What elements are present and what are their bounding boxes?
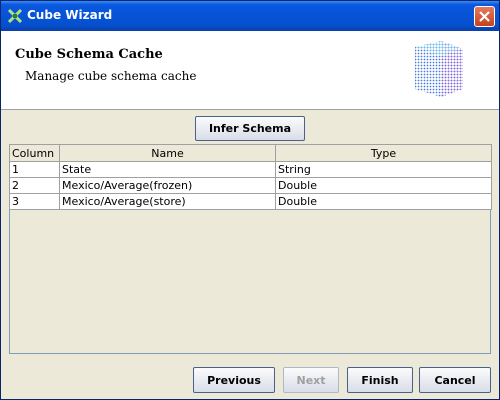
previous-button[interactable]: Previous (193, 367, 275, 393)
infer-schema-button[interactable]: Infer Schema (195, 116, 305, 141)
close-icon (479, 11, 490, 22)
schema-table: Column Name Type 1 State String 2 Mexico… (9, 144, 492, 210)
window-title: Cube Wizard (27, 8, 113, 22)
close-button[interactable] (474, 6, 495, 27)
cell-name[interactable]: State (59, 161, 276, 178)
cancel-button[interactable]: Cancel (419, 367, 491, 393)
column-header-name[interactable]: Name (59, 144, 276, 162)
cell-column[interactable]: 2 (9, 177, 60, 194)
header-panel: Cube Schema Cache Manage cube schema cac… (1, 31, 499, 110)
schema-table-container[interactable]: Column Name Type 1 State String 2 Mexico… (9, 144, 492, 354)
next-button[interactable]: Next (283, 367, 339, 393)
column-header-type[interactable]: Type (275, 144, 492, 162)
cell-name[interactable]: Mexico/Average(frozen) (59, 177, 276, 194)
cube-wizard-window: Cube Wizard Cube Schema Cache Manage cub… (0, 0, 500, 400)
page-subtitle: Manage cube schema cache (25, 69, 197, 83)
finish-button[interactable]: Finish (347, 367, 413, 393)
cell-column[interactable]: 3 (9, 193, 60, 210)
cell-column[interactable]: 1 (9, 161, 60, 178)
table-row[interactable]: 1 State String (9, 161, 492, 178)
table-row[interactable]: 3 Mexico/Average(store) Double (9, 193, 492, 210)
cell-name[interactable]: Mexico/Average(store) (59, 193, 276, 210)
cell-type[interactable]: Double (275, 193, 492, 210)
app-icon (8, 9, 22, 23)
table-header-row: Column Name Type (9, 144, 492, 162)
cube-logo-icon (415, 41, 463, 97)
cell-type[interactable]: String (275, 161, 492, 178)
column-header-column[interactable]: Column (9, 144, 60, 162)
page-title: Cube Schema Cache (15, 47, 163, 62)
table-row[interactable]: 2 Mexico/Average(frozen) Double (9, 177, 492, 194)
title-bar[interactable]: Cube Wizard (1, 1, 499, 31)
cell-type[interactable]: Double (275, 177, 492, 194)
